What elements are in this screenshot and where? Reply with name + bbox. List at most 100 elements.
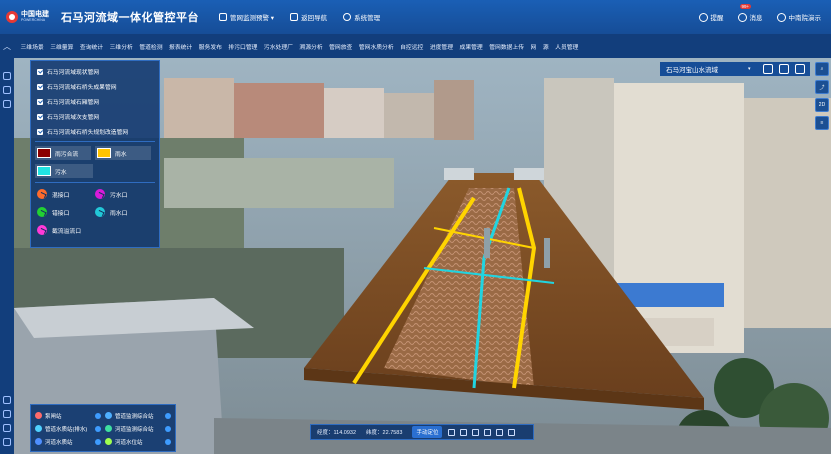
layer-toggle-stq-plan[interactable]: 石马河流域石桥头规划改造管网 xyxy=(31,124,159,139)
layers-stack-icon[interactable] xyxy=(3,424,11,432)
export-icon[interactable] xyxy=(778,64,789,74)
menu-item[interactable]: 管网水质分析 xyxy=(359,42,394,51)
manual-locate-button[interactable]: 手动定位 xyxy=(412,426,443,438)
color-swatch xyxy=(37,148,51,158)
menu-item[interactable]: 管网旅查 xyxy=(329,42,352,51)
home-icon[interactable] xyxy=(496,428,504,436)
menu-item[interactable]: 自控远控 xyxy=(400,42,423,51)
check-icon[interactable] xyxy=(165,438,171,445)
menu-item[interactable]: 网 xyxy=(531,42,537,51)
search-icon[interactable]: ⌕ xyxy=(815,62,829,76)
menu-item[interactable]: 进度管理 xyxy=(430,42,453,51)
pipe-monitor-icon xyxy=(105,412,112,419)
station-toggle-pipe-monitor[interactable]: 管道监测综合站 xyxy=(105,409,175,422)
settings-icon[interactable] xyxy=(448,428,456,436)
pipe-type-label: 雨污合流 xyxy=(55,151,79,158)
checkbox-icon[interactable] xyxy=(37,128,43,135)
fullscreen-icon[interactable] xyxy=(794,64,805,74)
check-icon[interactable] xyxy=(95,412,101,419)
menu-item[interactable]: 报表统计 xyxy=(169,42,192,51)
logo-text-en: POWERCHINA xyxy=(21,18,46,23)
draw-icon[interactable] xyxy=(472,428,480,436)
pump-station-icon xyxy=(35,412,42,419)
outlet-label: 错接口 xyxy=(52,210,70,217)
menu-item[interactable]: 服务发布 xyxy=(199,42,222,51)
check-icon[interactable] xyxy=(95,438,101,445)
pin-icon[interactable] xyxy=(762,64,773,74)
station-toggle-pump[interactable]: 泵闸站 xyxy=(35,409,105,422)
station-label: 管道监测综合站 xyxy=(115,413,154,420)
menu-item[interactable]: 源 xyxy=(543,42,549,51)
nav-return[interactable]: 返回导航 xyxy=(290,12,327,22)
reminder-button[interactable]: 提醒 xyxy=(698,12,724,22)
monitor-icon[interactable] xyxy=(3,410,11,418)
edit-icon[interactable] xyxy=(3,100,11,108)
header-right: 提醒 99+ 消息 中南院演示 xyxy=(685,0,821,34)
menu-item[interactable]: 三维量算 xyxy=(50,42,73,51)
view-2d-button[interactable]: 2D xyxy=(815,98,829,112)
layer-toggle-shixiang[interactable]: 石马河流域石厢管网 xyxy=(31,94,159,109)
menu-item[interactable]: 溯源分析 xyxy=(299,42,322,51)
menu-item[interactable]: 排污口管理 xyxy=(228,42,257,51)
left-tool-rail xyxy=(0,58,14,454)
layer-icon[interactable] xyxy=(3,396,11,404)
right-tool-rail: ⌕ ⤴ 2D ≡ xyxy=(815,62,831,134)
chevron-up-icon[interactable]: ︿ xyxy=(0,34,14,58)
checkbox-icon[interactable] xyxy=(37,83,43,90)
layer-toggle-branch[interactable]: 石马河流域次支管网 xyxy=(31,109,159,124)
river-level-icon xyxy=(105,438,112,445)
volume-icon[interactable] xyxy=(3,86,11,94)
nav-system-settings[interactable]: 系统管理 xyxy=(343,12,380,22)
function-menubar: ︿ 三维场景 三维量算 查询统计 三维分析 管道检测 报表统计 服务发布 排污口管理 污水处理厂… xyxy=(0,34,831,58)
checkbox-icon[interactable] xyxy=(37,68,43,75)
share-icon[interactable]: ⤴ xyxy=(815,80,829,94)
latitude-readout: 纬度：22.7583 xyxy=(366,430,403,436)
menu-item[interactable]: 污水处理厂 xyxy=(264,42,293,51)
bell-icon xyxy=(698,12,708,22)
station-toggle-river-quality[interactable]: 河道水质站 xyxy=(35,435,105,448)
mixed-outlet-icon xyxy=(37,189,47,199)
notification-icon[interactable] xyxy=(3,72,11,80)
logo-text-cn: 中国电建 xyxy=(21,11,49,19)
menu-item[interactable]: 人员管理 xyxy=(555,42,578,51)
check-icon[interactable] xyxy=(95,425,101,432)
menu-item[interactable]: 管道检测 xyxy=(139,42,162,51)
station-label: 管道水质站(排水) xyxy=(45,426,88,433)
layer-toggle-current[interactable]: 石马河流域现状管网 xyxy=(31,64,159,79)
check-icon[interactable] xyxy=(165,412,171,419)
layers-icon[interactable]: ≡ xyxy=(815,116,829,130)
river-quality-icon xyxy=(35,438,42,445)
menu-item[interactable]: 三维分析 xyxy=(110,42,133,51)
messages-button[interactable]: 99+ 消息 xyxy=(737,4,763,22)
menu-item[interactable]: 三维场景 xyxy=(21,42,44,51)
overflow-outlet-icon xyxy=(37,225,47,235)
layer-toggle-stq-result[interactable]: 石马河流域石桥头成果管网 xyxy=(31,79,159,94)
network-monitor-icon xyxy=(219,13,227,21)
menu-item[interactable]: 成果管理 xyxy=(460,42,483,51)
menu-item[interactable]: 管网数据上传 xyxy=(489,42,524,51)
delete-icon[interactable] xyxy=(508,428,516,436)
station-toggle-river-level[interactable]: 河道水位站 xyxy=(105,435,175,448)
outlet-label: 截流溢流口 xyxy=(52,228,81,235)
outlet-overflow: 截流溢流口 xyxy=(37,225,137,235)
measure-icon[interactable] xyxy=(460,428,468,436)
station-legend-panel: 泵闸站 管道监测综合站 管道水质站(排水) 河道监测综合站 河道水质站 河道水位… xyxy=(30,404,176,452)
pipe-type-combined: 雨污合流 xyxy=(35,146,91,160)
checkbox-icon[interactable] xyxy=(37,98,43,105)
basin-selector[interactable]: 石马河宝山水流域 ▾ xyxy=(660,62,810,76)
messages-label: 消息 xyxy=(749,15,763,22)
outlet-label: 雨水口 xyxy=(110,210,128,217)
checkbox-icon[interactable] xyxy=(37,113,43,120)
check-icon[interactable] xyxy=(165,425,171,432)
river-monitor-icon xyxy=(105,425,112,432)
station-label: 河道水质站 xyxy=(45,439,73,446)
station-toggle-river-monitor[interactable]: 河道监测综合站 xyxy=(105,422,175,435)
user-menu[interactable]: 中南院演示 xyxy=(776,12,821,22)
station-toggle-pipe-quality[interactable]: 管道水质站(排水) xyxy=(35,422,105,435)
menu-item[interactable]: 查询统计 xyxy=(80,42,103,51)
outlet-label: 混接口 xyxy=(52,192,70,199)
nav-network-monitor[interactable]: 管网监测预警 ▾ xyxy=(219,12,274,22)
camera-icon[interactable] xyxy=(484,428,492,436)
chart-icon[interactable] xyxy=(3,438,11,446)
top-nav: 管网监测预警 ▾ 返回导航 系统管理 xyxy=(219,12,396,22)
